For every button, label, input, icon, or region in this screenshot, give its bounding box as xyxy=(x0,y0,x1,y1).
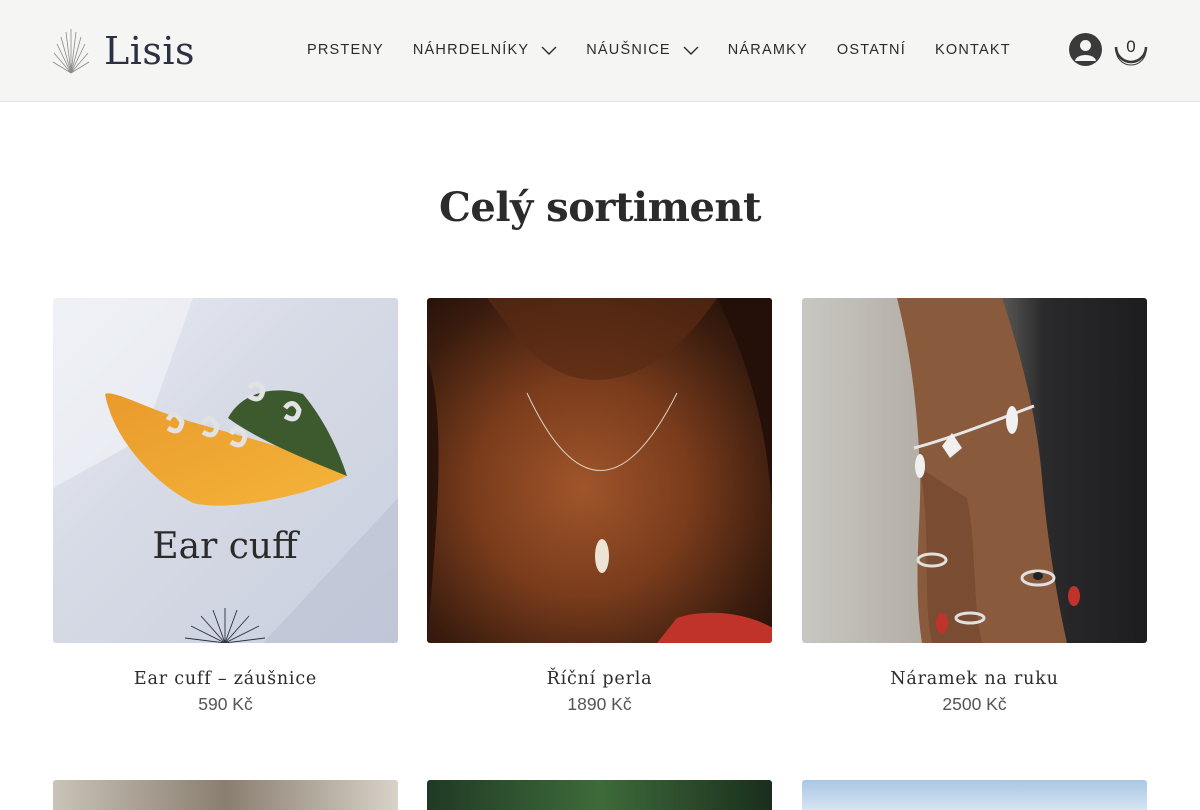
user-silhouette xyxy=(1075,40,1096,61)
main-nav: PRSTENY NÁHRDELNÍKY NÁUŠNICE NÁRAMKY OST… xyxy=(307,41,1040,59)
brand-name: Lisis xyxy=(104,29,196,73)
product-card[interactable]: Ear cuff Ear cuff – záušnice 590 Kč xyxy=(53,298,398,715)
nav-label: NÁHRDELNÍKY xyxy=(412,42,530,58)
image-caption: Ear cuff xyxy=(152,526,300,567)
nav-item-nausnice[interactable]: NÁUŠNICE xyxy=(586,42,699,58)
nav-item-naramky[interactable]: NÁRAMKY xyxy=(728,42,808,58)
product-image-partial[interactable] xyxy=(427,780,772,810)
nav-label: NÁRAMKY xyxy=(727,42,808,58)
nav-label: KONTAKT xyxy=(934,42,1011,58)
product-image[interactable] xyxy=(802,298,1147,643)
product-price: 590 Kč xyxy=(198,694,253,714)
ear-cuff-image: Ear cuff xyxy=(53,298,398,643)
product-price: 2500 Kč xyxy=(942,694,1007,714)
product-image-partial[interactable] xyxy=(802,780,1147,810)
nav-item-nahrdelniky[interactable]: NÁHRDELNÍKY xyxy=(413,42,557,58)
necklace-image xyxy=(427,298,772,643)
product-name[interactable]: Ear cuff – záušnice xyxy=(53,669,398,689)
page-title: Celý sortiment xyxy=(439,184,761,231)
site-header: Lisis PRSTENY NÁHRDELNÍKY NÁUŠNICE NÁRAM… xyxy=(0,0,1200,102)
nav-label: NÁUŠNICE xyxy=(586,42,671,58)
product-card[interactable]: Říční perla 1890 Kč xyxy=(427,298,772,715)
leaf-logo-icon xyxy=(52,29,90,74)
bracelet-image xyxy=(897,298,1080,643)
nav-item-ostatni[interactable]: OSTATNÍ xyxy=(837,42,906,58)
cart-count: 0 xyxy=(1126,37,1136,56)
product-image-partial[interactable] xyxy=(53,780,398,810)
logo[interactable]: Lisis xyxy=(52,28,195,74)
nav-label: OSTATNÍ xyxy=(836,42,906,58)
chevron-down-icon xyxy=(683,46,699,55)
chevron-down-icon xyxy=(541,46,557,55)
product-name[interactable]: Říční perla xyxy=(427,669,772,689)
product-image[interactable]: Ear cuff xyxy=(53,298,398,643)
cart-button[interactable]: 0 xyxy=(1114,33,1148,67)
user-account-icon[interactable] xyxy=(1069,33,1102,66)
nav-label: PRSTENY xyxy=(307,42,384,58)
nav-item-prsteny[interactable]: PRSTENY xyxy=(307,42,384,58)
product-price: 1890 Kč xyxy=(567,694,632,714)
product-image[interactable] xyxy=(427,298,772,643)
product-card[interactable]: Náramek na ruku 2500 Kč xyxy=(802,298,1147,715)
nav-item-kontakt[interactable]: KONTAKT xyxy=(935,42,1011,58)
product-name[interactable]: Náramek na ruku xyxy=(802,669,1147,689)
